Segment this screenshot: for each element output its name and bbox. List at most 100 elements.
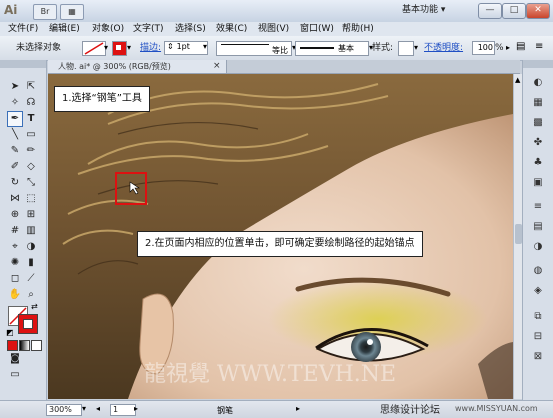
stepper-icon[interactable]: ⇕	[165, 42, 174, 51]
chevron-down-icon[interactable]: ▾	[104, 43, 108, 52]
artboard-tool-icon[interactable]: ◻	[8, 272, 22, 286]
swap-fill-stroke-icon[interactable]: ⇄	[31, 302, 38, 311]
document-setup-icon[interactable]: ▤	[516, 41, 525, 52]
pen-tool-icon[interactable]: ✒	[7, 111, 23, 127]
symbols-icon[interactable]: ♣	[531, 156, 545, 170]
restore-button[interactable]: □	[502, 3, 526, 19]
width-tool-icon[interactable]: ⋈	[8, 192, 22, 206]
stroke-label[interactable]: 描边:	[140, 42, 161, 54]
stroke-indicator[interactable]	[18, 314, 38, 334]
lasso-tool-icon[interactable]: ☊	[24, 96, 38, 110]
menu-effect[interactable]: 效果(C)	[216, 23, 247, 35]
free-transform-tool-icon[interactable]: ⬚	[24, 192, 38, 206]
workspace-label: 基本功能	[402, 5, 439, 15]
graphic-style-swatch[interactable]	[398, 41, 414, 56]
artboards-panel-icon[interactable]: ⧉	[531, 310, 545, 324]
next-artboard-icon[interactable]: ▸	[134, 404, 138, 413]
scale-tool-icon[interactable]: ⤡	[24, 176, 38, 190]
rectangle-tool-icon[interactable]: ▭	[24, 128, 38, 142]
menu-object[interactable]: 对象(O)	[92, 23, 124, 35]
fill-swatch[interactable]	[82, 41, 106, 56]
eyedropper-tool-icon[interactable]: ⌖	[8, 240, 22, 254]
workspace-switcher[interactable]: 基本功能 ▾	[402, 3, 468, 18]
appearance-panel-icon[interactable]: ◍	[531, 264, 545, 278]
gradient-mode-button[interactable]	[19, 340, 30, 351]
stroke-weight-field[interactable]: ⇕ 1pt ▾	[164, 41, 208, 55]
zoom-tool-icon[interactable]: ⌕	[24, 288, 38, 302]
selection-tool-icon[interactable]: ➤	[8, 80, 22, 94]
symbol-sprayer-tool-icon[interactable]: ✺	[8, 256, 22, 270]
pathfinder-panel-icon[interactable]: ⊠	[531, 350, 545, 364]
chevron-right-icon[interactable]: ▸	[506, 43, 510, 52]
slice-tool-icon[interactable]: ⟋	[24, 272, 38, 286]
zoom-field[interactable]: 300%	[46, 404, 82, 416]
chevron-down-icon[interactable]: ▾	[127, 43, 131, 52]
pencil-tool-icon[interactable]: ✏	[24, 144, 38, 158]
direct-selection-tool-icon[interactable]: ⇱	[24, 80, 38, 94]
scroll-up-icon[interactable]: ▲	[515, 76, 520, 84]
magic-wand-tool-icon[interactable]: ✧	[8, 96, 22, 110]
mesh-tool-icon[interactable]: #	[8, 224, 22, 238]
menu-type[interactable]: 文字(T)	[133, 23, 164, 35]
menu-window[interactable]: 窗口(W)	[300, 23, 334, 35]
blob-brush-tool-icon[interactable]: ✐	[8, 160, 22, 174]
paintbrush-tool-icon[interactable]: ✎	[8, 144, 22, 158]
gradient-tool-icon[interactable]: ▥	[24, 224, 38, 238]
menu-edit[interactable]: 编辑(E)	[49, 23, 80, 35]
close-button[interactable]: ✕	[526, 3, 550, 19]
rotate-tool-icon[interactable]: ↻	[8, 176, 22, 190]
type-tool-icon[interactable]: T	[24, 112, 38, 126]
variable-width-profile[interactable]: 等比	[216, 41, 292, 56]
brushes-icon[interactable]: ✤	[531, 136, 545, 150]
default-colors-icon[interactable]: ◩	[6, 328, 14, 337]
prev-artboard-icon[interactable]: ◂	[96, 404, 100, 413]
document-tab[interactable]: 人物. ai* @ 300% (RGB/预览) ×	[48, 60, 227, 73]
menu-help[interactable]: 帮助(H)	[342, 23, 374, 35]
scroll-thumb[interactable]	[515, 224, 522, 244]
graphic-styles-icon[interactable]: ▣	[531, 176, 545, 190]
chevron-down-icon[interactable]: ▾	[82, 404, 86, 413]
chevron-down-icon[interactable]: ▾	[203, 42, 207, 51]
arrange-documents-button[interactable]: ▦	[60, 4, 84, 20]
status-bar: 300% ▾ ◂ 1 ▸ 钢笔 ▸ 思缘设计论坛 www.MISSYUAN.co…	[0, 400, 553, 418]
panel-menu-icon[interactable]: ≡	[535, 41, 543, 52]
column-graph-tool-icon[interactable]: ▮	[24, 256, 38, 270]
menu-file[interactable]: 文件(F)	[8, 23, 38, 35]
draw-mode-icon[interactable]: ◙	[8, 352, 22, 366]
bridge-button[interactable]: Br	[33, 4, 57, 20]
blend-tool-icon[interactable]: ◑	[24, 240, 38, 254]
line-tool-icon[interactable]: ╲	[8, 128, 22, 142]
align-panel-icon[interactable]: ⊟	[531, 330, 545, 344]
artboard-number-field[interactable]: 1	[110, 404, 136, 416]
right-panel-dock: ◐ ▦ ▩ ✤ ♣ ▣ ≡ ▤ ◑ ◍ ◈ ⧉ ⊟ ⊠	[522, 60, 553, 400]
minimize-button[interactable]: —	[478, 3, 502, 19]
layers-panel-icon[interactable]: ◈	[531, 284, 545, 298]
transparency-panel-icon[interactable]: ◑	[531, 240, 545, 254]
chevron-right-icon[interactable]: ▸	[296, 404, 300, 413]
opacity-label[interactable]: 不透明度:	[424, 42, 463, 54]
eraser-tool-icon[interactable]: ◇	[24, 160, 38, 174]
chevron-down-icon[interactable]: ▾	[414, 43, 418, 52]
profile-line	[221, 44, 269, 45]
stroke-swatch[interactable]	[112, 41, 127, 56]
close-icon[interactable]: ×	[213, 61, 221, 72]
hand-tool-icon[interactable]: ✋	[8, 288, 22, 302]
control-bar: 未选择对象 ▾ ▾ 描边: ⇕ 1pt ▾ 等比 ▾ 基本 ▾ 样式: ▾ 不透…	[0, 36, 553, 61]
gradient-panel-icon[interactable]: ▤	[531, 220, 545, 234]
perspective-grid-tool-icon[interactable]: ⊞	[24, 208, 38, 222]
panel-grip[interactable]	[523, 60, 553, 68]
swatches-icon[interactable]: ▩	[531, 116, 545, 130]
screen-mode-icon[interactable]: ▭	[8, 368, 22, 382]
menu-select[interactable]: 选择(S)	[175, 23, 206, 35]
panel-grip[interactable]	[0, 60, 46, 68]
none-mode-button[interactable]	[31, 340, 42, 351]
style-label: 样式:	[372, 43, 394, 53]
stroke-panel-icon[interactable]: ≡	[531, 200, 545, 214]
opacity-field[interactable]: 100	[472, 41, 495, 55]
color-mode-button[interactable]	[7, 340, 18, 351]
shape-builder-tool-icon[interactable]: ⊕	[8, 208, 22, 222]
color-guide-icon[interactable]: ▦	[531, 96, 545, 110]
color-panel-icon[interactable]: ◐	[531, 76, 545, 90]
menu-view[interactable]: 视图(V)	[258, 23, 289, 35]
brush-definition[interactable]: 基本	[295, 41, 369, 56]
